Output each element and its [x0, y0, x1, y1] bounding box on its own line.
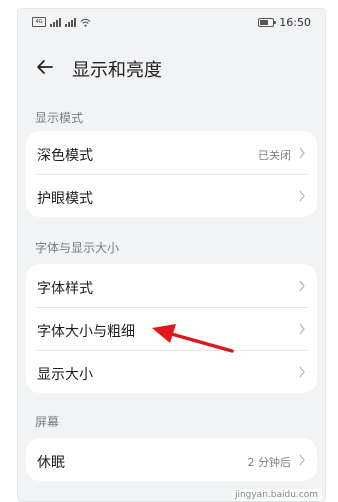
- signal-icon: [50, 18, 61, 27]
- chevron-right-icon: [299, 190, 305, 202]
- setting-row-display-size[interactable]: 显示大小: [26, 350, 317, 393]
- card-font-display-size: 字体样式 字体大小与粗细 显示大小: [26, 264, 317, 393]
- chevron-right-icon: [299, 454, 305, 466]
- setting-label: 显示大小: [37, 367, 93, 383]
- phone-screen: 4G 16:50 显示和亮度 显示模式 深色模式 已关闭 护眼模式 字体与显示大…: [17, 8, 326, 502]
- setting-label: 深色模式: [37, 148, 93, 164]
- status-left: 4G: [32, 17, 91, 27]
- setting-label: 字体样式: [37, 281, 93, 297]
- section-label-display-mode: 显示模式: [35, 111, 84, 125]
- sim-icon: 4G: [32, 17, 46, 27]
- wifi-icon: [80, 18, 91, 27]
- section-label-font-display-size: 字体与显示大小: [35, 241, 120, 255]
- signal-icon-2: [65, 18, 76, 27]
- setting-value: 已关闭: [258, 149, 291, 162]
- setting-row-font-style[interactable]: 字体样式: [26, 264, 317, 307]
- card-screen: 休眠 2 分钟后: [26, 438, 317, 481]
- back-arrow-icon[interactable]: [35, 57, 55, 77]
- chevron-right-icon: [299, 280, 305, 292]
- clock: 16:50: [279, 16, 311, 29]
- page-title: 显示和亮度: [72, 60, 162, 81]
- chevron-right-icon: [299, 366, 305, 378]
- setting-row-sleep[interactable]: 休眠 2 分钟后: [26, 438, 317, 481]
- setting-label: 字体大小与粗细: [37, 324, 135, 340]
- setting-row-font-size-weight[interactable]: 字体大小与粗细: [26, 307, 317, 350]
- setting-label: 护眼模式: [37, 191, 93, 207]
- watermark: jingyan.baidu.com: [231, 489, 321, 501]
- chevron-right-icon: [299, 147, 305, 159]
- battery-icon: [258, 18, 277, 27]
- status-right: 16:50: [258, 16, 311, 29]
- setting-value: 2 分钟后: [247, 456, 292, 469]
- setting-label: 休眠: [37, 455, 65, 471]
- section-label-screen: 屏幕: [35, 415, 60, 429]
- chevron-right-icon: [299, 323, 305, 335]
- setting-row-dark-mode[interactable]: 深色模式 已关闭: [26, 131, 317, 174]
- card-display-mode: 深色模式 已关闭 护眼模式: [26, 131, 317, 217]
- status-bar: 4G 16:50: [18, 9, 325, 37]
- setting-row-eye-comfort[interactable]: 护眼模式: [26, 174, 317, 217]
- page-header: 显示和亮度: [18, 47, 325, 91]
